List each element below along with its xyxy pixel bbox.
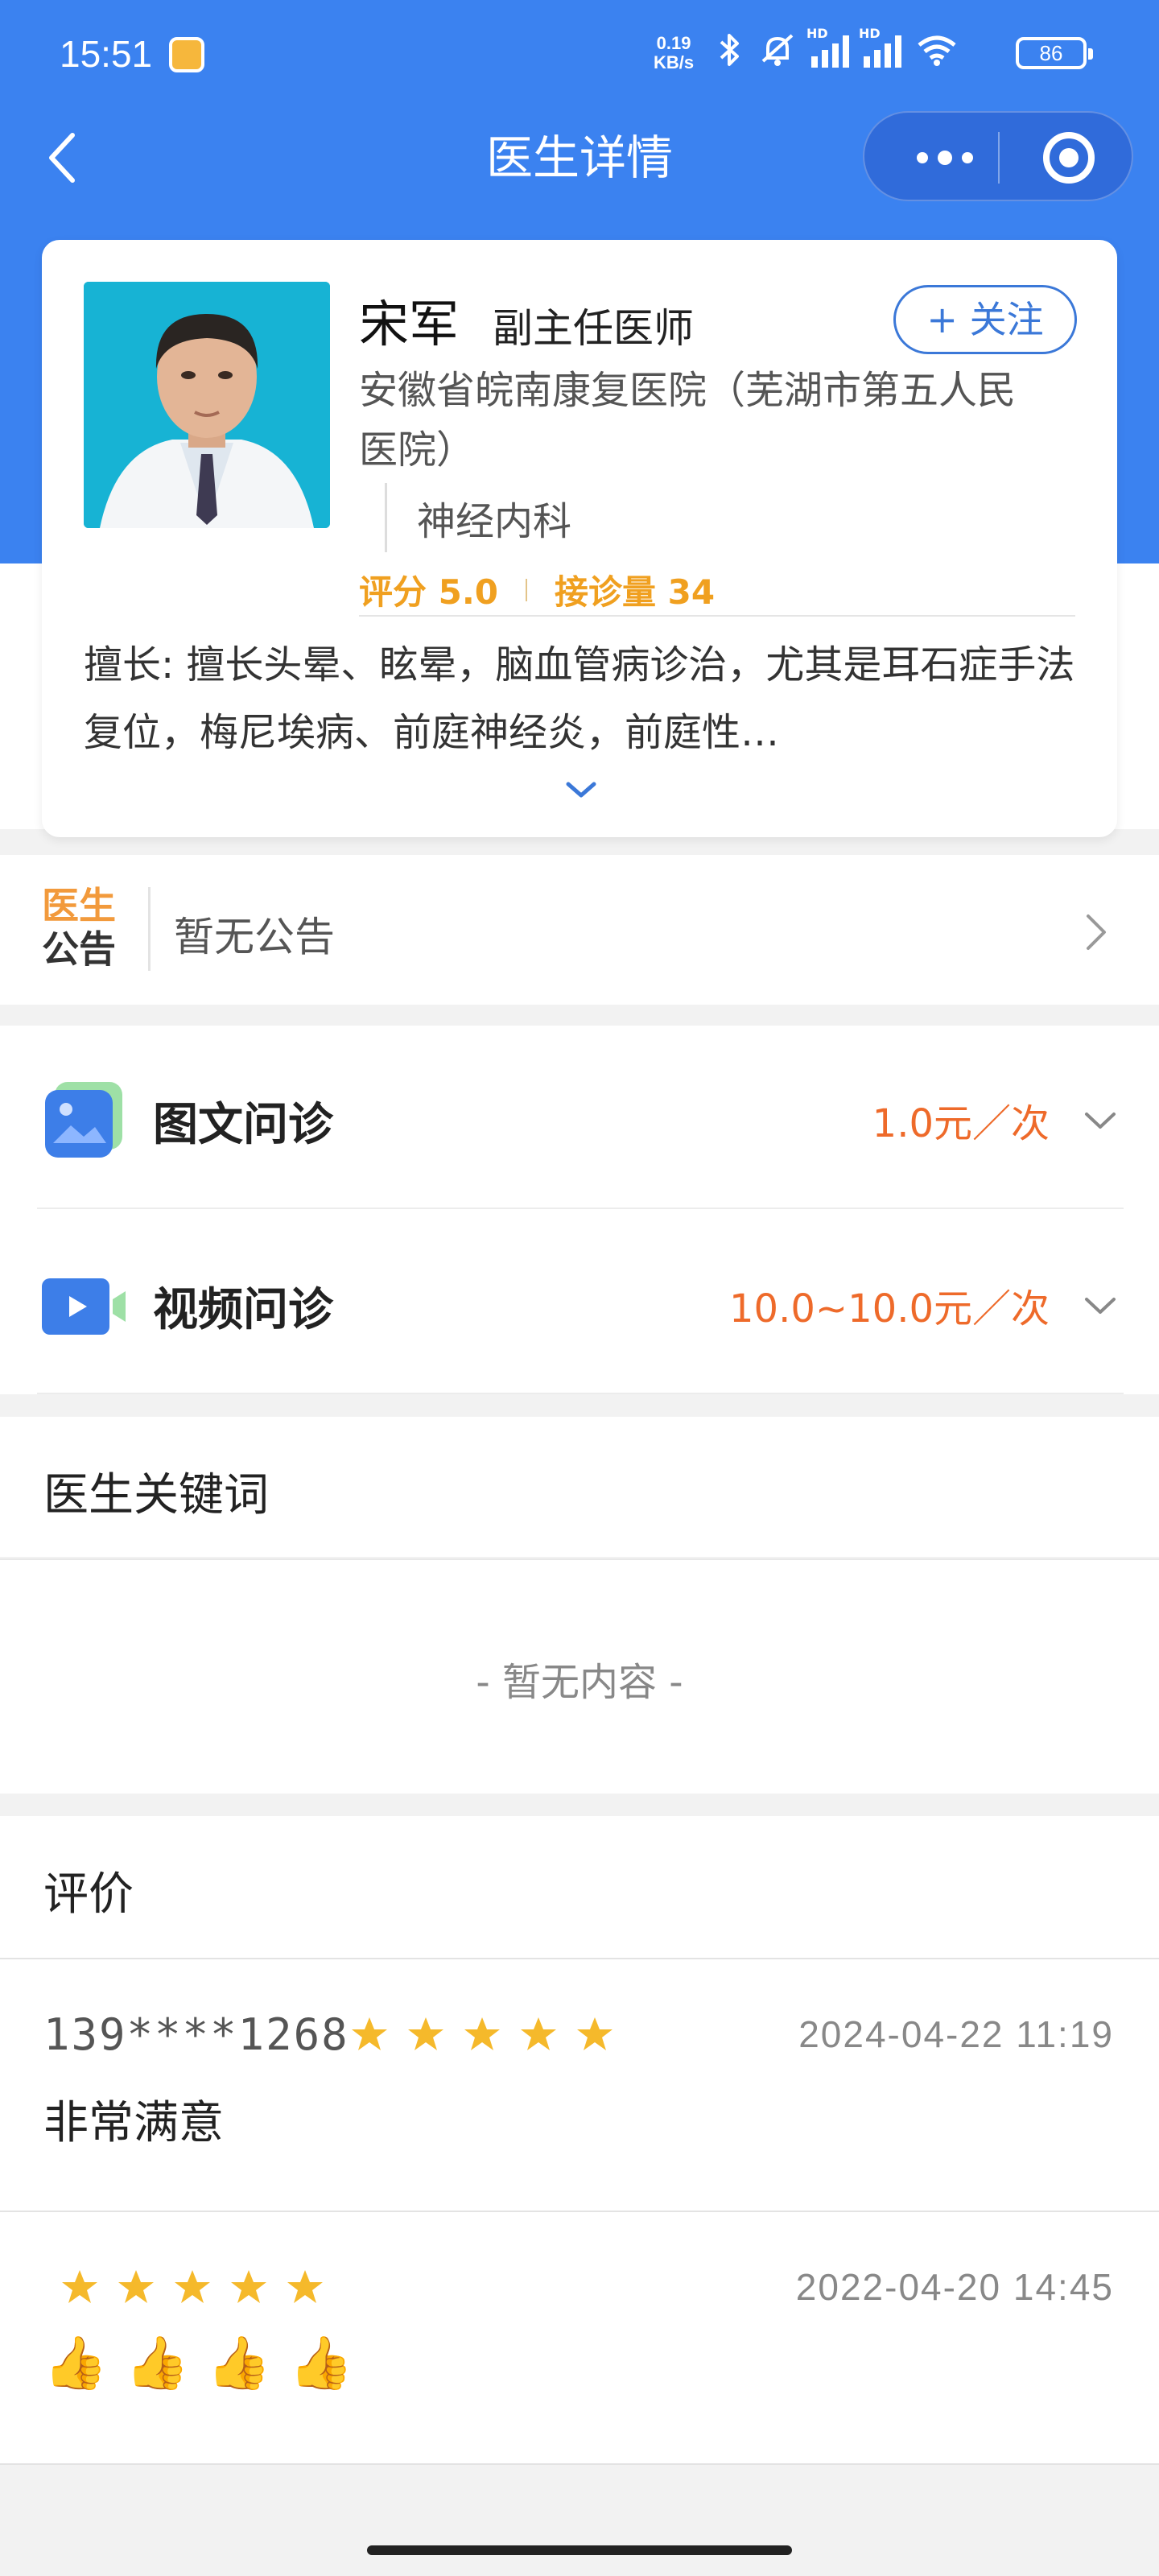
notice-logo: 医生 公告 <box>42 884 116 971</box>
review-date: 2024-04-22 11:19 <box>798 2013 1114 2055</box>
more-dots-icon[interactable] <box>897 142 993 174</box>
notification-icon <box>169 37 204 72</box>
notice-logo-line2: 公告 <box>42 927 116 971</box>
status-bar: 15:51 0.19 KB/s HD HD 86 <box>0 0 1159 109</box>
follow-button[interactable]: + 关注 <box>893 285 1077 354</box>
capsule-divider <box>998 132 1000 184</box>
battery-icon: 86 <box>1016 37 1093 69</box>
doctor-avatar <box>84 282 330 528</box>
chevron-down-icon <box>1085 1113 1116 1129</box>
star-icon <box>175 2270 210 2303</box>
doctor-card: 宋军 副主任医师 + 关注 安徽省皖南康复医院（芜湖市第五人民医院） 神经内科 … <box>42 240 1117 837</box>
service-row-video[interactable]: 视频问诊 10.0~10.0元／次 <box>0 1211 1159 1394</box>
star-icon <box>287 2270 323 2303</box>
doctor-notice-row[interactable]: 医生 公告 暂无公告 <box>0 855 1159 1005</box>
chevron-right-icon <box>1087 914 1106 950</box>
review-text: 非常满意 <box>43 2097 224 2149</box>
status-icons: HD HD <box>715 26 958 68</box>
reviews-header: 评价 <box>0 1816 1159 1958</box>
status-time: 15:51 <box>60 33 153 75</box>
star-icon <box>352 2017 387 2050</box>
net-speed-unit: KB/s <box>654 52 695 72</box>
network-speed: 0.19 KB/s <box>654 34 694 72</box>
service-divider <box>37 1393 1124 1394</box>
signal-hd-label: HD <box>806 26 828 41</box>
doctor-department: 神经内科 <box>417 499 572 544</box>
doctor-title: 副主任医师 <box>493 305 694 352</box>
stats-divider <box>526 578 528 601</box>
star-icon <box>408 2017 443 2050</box>
image-chat-icon <box>45 1082 122 1158</box>
keywords-header: 医生关键词 <box>0 1417 1159 1557</box>
keywords-title: 医生关键词 <box>43 1469 269 1521</box>
star-icon <box>521 2017 556 2050</box>
keywords-empty-text: - 暂无内容 - <box>476 1660 683 1705</box>
review-stars <box>61 2268 324 2306</box>
doctor-stats: 评分 5.0 接诊量 34 <box>359 565 715 614</box>
keywords-body: - 暂无内容 - <box>0 1558 1159 1794</box>
chevron-down-icon <box>1085 1298 1116 1314</box>
doctor-expertise: 擅长: 擅长头晕、眩晕，脑血管病诊治，尤其是耳石症手法复位，梅尼埃病、前庭神经炎… <box>84 642 1075 755</box>
mini-program-capsule <box>863 111 1133 201</box>
doctor-rating: 评分 5.0 <box>359 572 499 612</box>
star-icon <box>464 2017 500 2050</box>
expand-chevron-icon[interactable] <box>563 778 599 802</box>
notice-text: 暂无公告 <box>174 914 335 960</box>
review-item: 139****1268 2024-04-22 11:19 非常满意 <box>0 1958 1159 2211</box>
department-divider <box>385 483 387 552</box>
review-text: 👍👍👍👍 <box>43 2334 371 2393</box>
signal-icon-2: HD <box>859 26 901 68</box>
star-icon <box>577 2017 612 2050</box>
service-price: 10.0~10.0元／次 <box>729 1286 1050 1331</box>
review-date: 2022-04-20 14:45 <box>795 2266 1114 2308</box>
service-name: 图文问诊 <box>153 1099 333 1151</box>
home-indicator <box>367 2545 792 2555</box>
target-icon[interactable] <box>1043 132 1095 184</box>
service-name: 视频问诊 <box>153 1284 333 1336</box>
doctor-consultations: 接诊量 34 <box>555 572 716 612</box>
doctor-name: 宋军 <box>359 295 460 353</box>
star-icon <box>118 2270 154 2303</box>
service-price: 1.0元／次 <box>872 1101 1050 1146</box>
consultation-services: 图文问诊 1.0元／次 视频问诊 10.0~10.0元／次 <box>0 1026 1159 1394</box>
bluetooth-icon <box>720 34 739 66</box>
signal-icon: HD <box>806 26 849 68</box>
net-speed-value: 0.19 <box>656 33 691 53</box>
service-row-image-text[interactable]: 图文问诊 1.0元／次 <box>0 1026 1159 1209</box>
review-user: 139****1268 <box>43 2009 349 2060</box>
mute-bell-icon <box>761 34 794 66</box>
doctor-hospital: 安徽省皖南康复医院（芜湖市第五人民医院） <box>359 368 1017 473</box>
star-icon <box>231 2270 266 2303</box>
card-divider <box>359 615 1075 617</box>
video-icon <box>42 1278 126 1335</box>
notice-divider <box>148 887 151 971</box>
star-icon <box>62 2270 97 2303</box>
reviews-title: 评价 <box>43 1868 134 1921</box>
review-stars <box>351 2016 613 2053</box>
review-item: 2022-04-20 14:45 👍👍👍👍 <box>0 2211 1159 2465</box>
service-divider <box>37 1208 1124 1209</box>
notice-logo-line1: 医生 <box>42 884 116 927</box>
wifi-icon <box>918 35 956 66</box>
signal-hd-label-2: HD <box>859 26 881 41</box>
